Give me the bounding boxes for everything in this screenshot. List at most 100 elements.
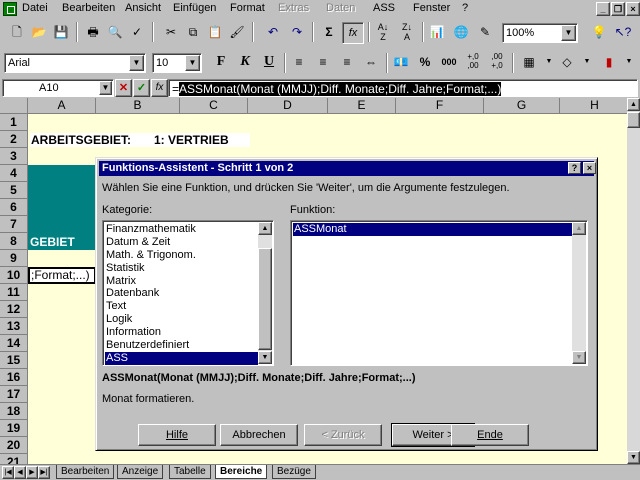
- print-icon[interactable]: 🖶: [82, 22, 104, 44]
- row-header[interactable]: 6: [0, 199, 28, 216]
- scroll-down-icon[interactable]: ▼: [572, 351, 586, 364]
- sheet-tab-bereiche[interactable]: Bereiche: [215, 465, 268, 479]
- font-color-icon[interactable]: ▮: [598, 52, 620, 74]
- category-item[interactable]: Math. & Trigonom.: [105, 249, 258, 262]
- row-header[interactable]: 12: [0, 301, 28, 318]
- menu-fenster[interactable]: Fenster: [413, 2, 450, 14]
- align-center-icon[interactable]: ≡: [312, 52, 334, 74]
- menu-datei[interactable]: Datei: [22, 2, 48, 14]
- close-window-icon[interactable]: ×: [626, 2, 640, 16]
- function-item-selected[interactable]: ASSMonat: [293, 223, 572, 236]
- cell-b2-header[interactable]: ARBEITSGEBIET: 1: VERTRIEB: [30, 133, 250, 147]
- chevron-down-icon[interactable]: ▼: [99, 81, 112, 95]
- category-scrollbar[interactable]: ▲ ▼: [258, 222, 272, 364]
- dialog-close-button[interactable]: ×: [583, 162, 596, 174]
- thousands-icon[interactable]: 000: [438, 52, 460, 74]
- row-header[interactable]: 9: [0, 250, 28, 267]
- chart-wizard-icon[interactable]: 📊: [426, 22, 448, 44]
- category-item[interactable]: Information: [105, 326, 258, 339]
- paste-icon[interactable]: 📋: [204, 22, 226, 44]
- minimize-icon[interactable]: _: [596, 2, 610, 16]
- font-size-select[interactable]: 10 ▼: [152, 53, 202, 73]
- cut-icon[interactable]: ✂: [160, 22, 182, 44]
- scroll-up-icon[interactable]: ▲: [258, 222, 272, 235]
- tip-wizard-icon[interactable]: 💡: [588, 22, 610, 44]
- row-header[interactable]: 17: [0, 386, 28, 403]
- sheet-tab-bearbeiten[interactable]: Bearbeiten: [56, 465, 115, 479]
- formula-input[interactable]: =ASSMonat(Monat (MMJJ);Diff. Monate;Diff…: [168, 79, 638, 97]
- new-file-icon[interactable]: 🗋: [6, 22, 28, 44]
- save-icon[interactable]: 💾: [50, 22, 72, 44]
- scroll-up-icon[interactable]: ▲: [572, 222, 586, 235]
- sort-ascending-icon[interactable]: A↓ Z: [372, 22, 394, 44]
- cancel-entry-icon[interactable]: ✕: [115, 79, 132, 97]
- scroll-down-icon[interactable]: ▼: [627, 451, 640, 464]
- column-header[interactable]: A: [28, 98, 96, 114]
- row-header[interactable]: 13: [0, 318, 28, 335]
- row-header[interactable]: 1: [0, 114, 28, 131]
- font-name-select[interactable]: Arial ▼: [4, 53, 146, 73]
- menu-help[interactable]: ?: [462, 2, 468, 14]
- scroll-up-icon[interactable]: ▲: [627, 98, 640, 111]
- function-fx-button[interactable]: fx: [151, 79, 168, 97]
- vertical-scrollbar[interactable]: ▲ ▼: [627, 98, 640, 464]
- row-header[interactable]: 10: [0, 267, 28, 284]
- column-header[interactable]: H: [560, 98, 628, 114]
- menu-ass[interactable]: ASS: [373, 2, 395, 14]
- decrease-decimal-icon[interactable]: ,00 +,0: [486, 52, 508, 74]
- redo-icon[interactable]: ↷: [286, 22, 308, 44]
- align-left-icon[interactable]: ≡: [288, 52, 310, 74]
- chevron-down-icon[interactable]: ▼: [576, 52, 598, 74]
- help-pointer-icon[interactable]: ↖?: [612, 22, 634, 44]
- row-header[interactable]: 3: [0, 148, 28, 165]
- sort-descending-icon[interactable]: Z↓ A: [396, 22, 418, 44]
- borders-icon[interactable]: ▦: [518, 52, 540, 74]
- help-button[interactable]: Hilfe: [138, 424, 216, 446]
- copy-icon[interactable]: ⧉: [182, 22, 204, 44]
- fill-color-icon[interactable]: ◇: [556, 52, 578, 74]
- zoom-select[interactable]: 100% ▼: [502, 23, 578, 43]
- select-all-corner[interactable]: [0, 98, 28, 114]
- category-item[interactable]: Benutzerdefiniert: [105, 339, 258, 352]
- bold-button[interactable]: F: [210, 52, 232, 74]
- drawing-icon[interactable]: ✎: [474, 22, 496, 44]
- sheet-tab-bezuege[interactable]: Bezüge: [272, 465, 316, 479]
- confirm-entry-icon[interactable]: ✓: [133, 79, 150, 97]
- chevron-down-icon[interactable]: ▼: [185, 55, 200, 71]
- category-item[interactable]: Datenbank: [105, 287, 258, 300]
- chevron-down-icon[interactable]: ▼: [561, 25, 576, 41]
- finish-button[interactable]: Ende: [451, 424, 529, 446]
- merge-center-icon[interactable]: ⇔: [360, 52, 382, 74]
- row-header[interactable]: 4: [0, 165, 28, 182]
- undo-icon[interactable]: ↶: [262, 22, 284, 44]
- scroll-thumb[interactable]: [627, 112, 640, 128]
- scroll-down-icon[interactable]: ▼: [258, 351, 272, 364]
- function-list[interactable]: ASSMonat ▲ ▼: [290, 220, 588, 366]
- column-header[interactable]: B: [96, 98, 180, 114]
- category-item[interactable]: Finanzmathematik: [105, 223, 258, 236]
- name-box[interactable]: A10 ▼: [2, 79, 114, 97]
- increase-decimal-icon[interactable]: +,0,00: [462, 52, 484, 74]
- row-header[interactable]: 11: [0, 284, 28, 301]
- excel-app-icon[interactable]: [3, 2, 17, 16]
- first-sheet-icon[interactable]: |◀: [2, 466, 14, 479]
- menu-einfuegen[interactable]: Einfügen: [173, 2, 216, 14]
- category-item-selected[interactable]: ASS: [105, 351, 258, 365]
- prev-sheet-icon[interactable]: ◀: [14, 466, 26, 479]
- chevron-down-icon[interactable]: ▼: [618, 52, 640, 74]
- print-preview-icon[interactable]: 🔍: [104, 22, 126, 44]
- column-header[interactable]: F: [396, 98, 484, 114]
- row-header[interactable]: 18: [0, 403, 28, 420]
- sheet-tab-anzeige[interactable]: Anzeige: [117, 465, 164, 479]
- column-header[interactable]: G: [484, 98, 560, 114]
- row-header[interactable]: 8: [0, 233, 28, 250]
- category-item[interactable]: Logik: [105, 313, 258, 326]
- dialog-help-button[interactable]: ?: [568, 162, 581, 174]
- underline-button[interactable]: U: [258, 52, 280, 74]
- cancel-button[interactable]: Abbrechen: [220, 424, 298, 446]
- last-sheet-icon[interactable]: ▶|: [38, 466, 50, 479]
- next-sheet-icon[interactable]: ▶: [26, 466, 38, 479]
- row-header[interactable]: 19: [0, 420, 28, 437]
- menu-ansicht[interactable]: Ansicht: [125, 2, 161, 14]
- open-folder-icon[interactable]: 📂: [28, 22, 50, 44]
